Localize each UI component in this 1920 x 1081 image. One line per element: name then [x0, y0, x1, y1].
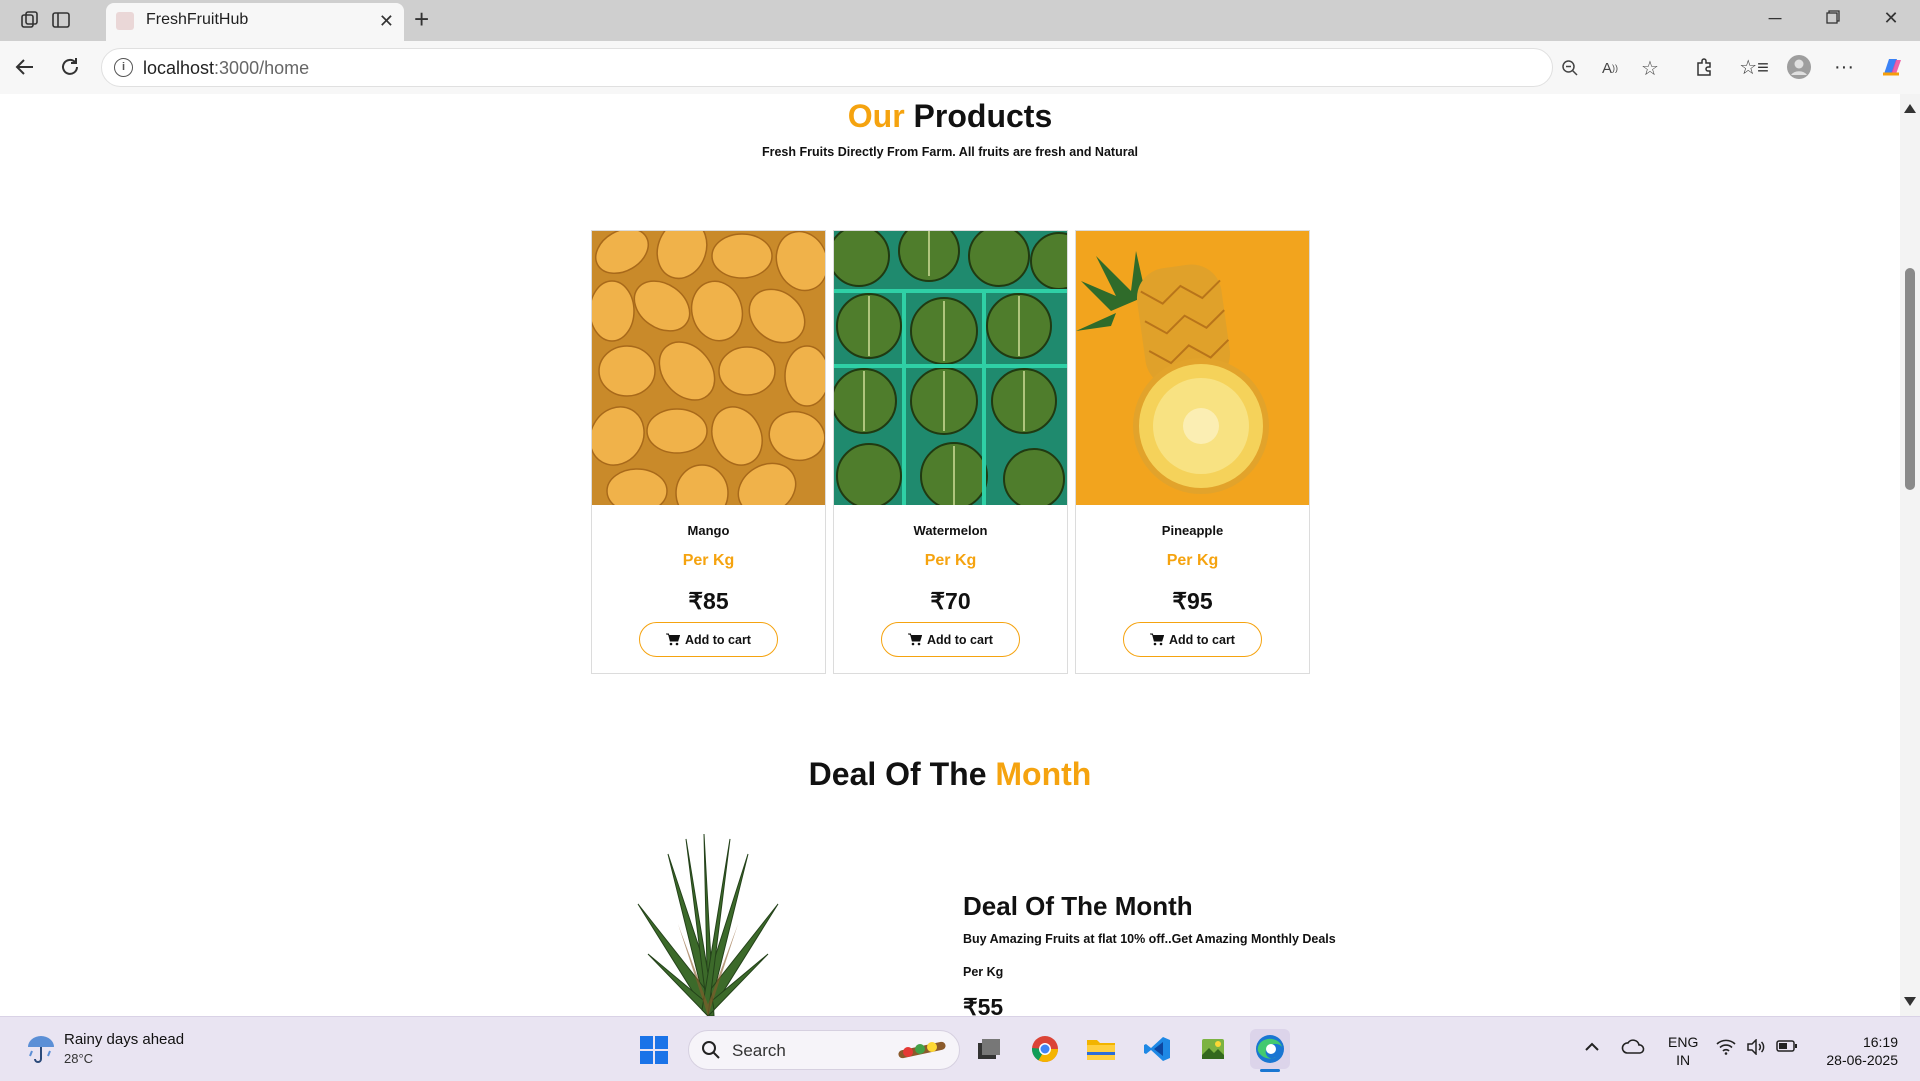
- add-to-cart-button[interactable]: Add to cart: [1123, 622, 1262, 657]
- favorite-star-icon[interactable]: ☆: [1639, 57, 1661, 80]
- copilot-icon[interactable]: [1879, 54, 1905, 80]
- task-view-icon[interactable]: [973, 1033, 1005, 1065]
- profile-avatar[interactable]: [1786, 54, 1812, 80]
- scrollbar-thumb[interactable]: [1905, 268, 1915, 490]
- product-card-mango: Mango Per Kg ₹85 Add to cart: [591, 230, 826, 674]
- products-heading-main: Products: [913, 98, 1053, 134]
- file-explorer-icon[interactable]: [1085, 1033, 1117, 1065]
- more-options-icon[interactable]: ···: [1831, 54, 1857, 80]
- add-to-cart-label: Add to cart: [927, 632, 993, 647]
- site-info-icon[interactable]: i: [114, 58, 133, 77]
- product-price: ₹70: [930, 588, 971, 614]
- taskbar-search[interactable]: Search: [688, 1030, 960, 1070]
- umbrella-rain-icon[interactable]: [24, 1031, 58, 1065]
- read-aloud-icon[interactable]: A)): [1599, 57, 1621, 79]
- deal-heading-accent: Month: [995, 756, 1092, 792]
- search-label: Search: [732, 1041, 786, 1060]
- wifi-icon[interactable]: [1716, 1039, 1736, 1058]
- back-icon[interactable]: [11, 53, 39, 81]
- product-name: Watermelon: [913, 523, 988, 538]
- add-to-cart-button[interactable]: Add to cart: [639, 622, 778, 657]
- battery-icon[interactable]: [1776, 1039, 1798, 1056]
- url-text[interactable]: localhost:3000/home: [143, 58, 309, 79]
- photos-app-icon[interactable]: [1197, 1033, 1229, 1065]
- show-hidden-icons-chevron-icon[interactable]: [1584, 1039, 1600, 1057]
- region-code: IN: [1676, 1052, 1691, 1068]
- cart-icon: [1150, 633, 1164, 646]
- weather-temperature: 28°C: [64, 1051, 94, 1066]
- close-tab-icon[interactable]: ✕: [379, 11, 394, 32]
- weather-title[interactable]: Rainy days ahead: [64, 1031, 184, 1048]
- onedrive-cloud-icon[interactable]: [1621, 1039, 1645, 1058]
- tab-favicon: [116, 12, 134, 30]
- minimize-icon[interactable]: ─: [1765, 8, 1785, 29]
- language-indicator[interactable]: ENG IN: [1668, 1033, 1698, 1069]
- windows-taskbar: Rainy days ahead 28°C Search ENG IN 16:1…: [0, 1016, 1920, 1081]
- windows-start-icon[interactable]: [640, 1036, 668, 1064]
- address-bar[interactable]: i localhost:3000/home A)) ☆: [101, 48, 1659, 87]
- cart-icon: [666, 633, 680, 646]
- product-unit: Per Kg: [924, 552, 977, 569]
- scroll-down-arrow-icon[interactable]: [1904, 997, 1916, 1006]
- deal-price: ₹55: [963, 994, 1004, 1016]
- chrome-icon[interactable]: [1029, 1033, 1061, 1065]
- products-subtitle: Fresh Fruits Directly From Farm. All fru…: [761, 145, 1139, 159]
- clock-date: 28-06-2025: [1826, 1052, 1898, 1068]
- new-tab-icon[interactable]: +: [414, 4, 429, 35]
- active-tab[interactable]: FreshFruitHub ✕: [106, 3, 404, 41]
- vertical-tabs-icon[interactable]: [50, 9, 72, 31]
- deal-unit: Per Kg: [963, 965, 1004, 979]
- mango-image: [592, 231, 825, 505]
- scroll-up-arrow-icon[interactable]: [1904, 104, 1916, 113]
- deal-pineapple-image: [628, 824, 788, 1016]
- edge-browser-icon[interactable]: [1250, 1029, 1290, 1072]
- page-viewport: Our Products Fresh Fruits Directly From …: [0, 94, 1900, 1016]
- add-to-cart-label: Add to cart: [1169, 632, 1235, 647]
- products-heading: Our Products: [0, 98, 1900, 135]
- deal-heading-main: Deal Of The: [808, 756, 987, 792]
- clock-time: 16:19: [1862, 1034, 1898, 1050]
- workspaces-icon[interactable]: [19, 9, 41, 31]
- search-icon: [702, 1041, 720, 1059]
- product-unit: Per Kg: [1166, 552, 1219, 569]
- product-card-pineapple: Pineapple Per Kg ₹95 Add to cart: [1075, 230, 1310, 674]
- browser-title-bar: FreshFruitHub ✕ + ─ ✕: [0, 0, 1920, 41]
- cart-icon: [908, 633, 922, 646]
- product-price: ₹95: [1172, 588, 1213, 614]
- pineapple-image: [1076, 231, 1309, 505]
- refresh-icon[interactable]: [56, 53, 84, 81]
- search-highlight-icon: [898, 1041, 946, 1059]
- vscode-icon[interactable]: [1141, 1033, 1173, 1065]
- page-scrollbar[interactable]: [1900, 94, 1920, 1016]
- close-window-icon[interactable]: ✕: [1881, 8, 1901, 29]
- add-to-cart-label: Add to cart: [685, 632, 751, 647]
- watermelon-image: [834, 231, 1067, 505]
- product-card-watermelon: Watermelon Per Kg ₹70 Add to cart: [833, 230, 1068, 674]
- browser-toolbar: i localhost:3000/home A)) ☆ ☆≡ ···: [0, 41, 1920, 95]
- url-host: localhost: [143, 58, 215, 78]
- url-path: :3000/home: [214, 58, 310, 78]
- product-name: Pineapple: [1161, 523, 1224, 538]
- deal-description: Buy Amazing Fruits at flat 10% off..Get …: [963, 932, 1336, 946]
- zoom-out-icon[interactable]: [1559, 57, 1581, 79]
- product-name: Mango: [687, 523, 730, 538]
- system-clock[interactable]: 16:19 28-06-2025: [1818, 1033, 1898, 1069]
- products-heading-accent: Our: [847, 98, 905, 134]
- product-price: ₹85: [688, 588, 729, 614]
- product-unit: Per Kg: [682, 552, 735, 569]
- active-app-indicator: [1260, 1069, 1280, 1072]
- favorites-icon[interactable]: ☆≡: [1739, 54, 1769, 80]
- deal-title: Deal Of The Month: [963, 891, 1193, 921]
- volume-icon[interactable]: [1746, 1038, 1766, 1058]
- tab-title: FreshFruitHub: [146, 11, 249, 28]
- extensions-icon[interactable]: [1691, 54, 1717, 80]
- add-to-cart-button[interactable]: Add to cart: [881, 622, 1020, 657]
- restore-icon[interactable]: [1823, 8, 1843, 29]
- deal-section-heading: Deal Of The Month: [0, 756, 1900, 793]
- language-code: ENG: [1668, 1034, 1699, 1050]
